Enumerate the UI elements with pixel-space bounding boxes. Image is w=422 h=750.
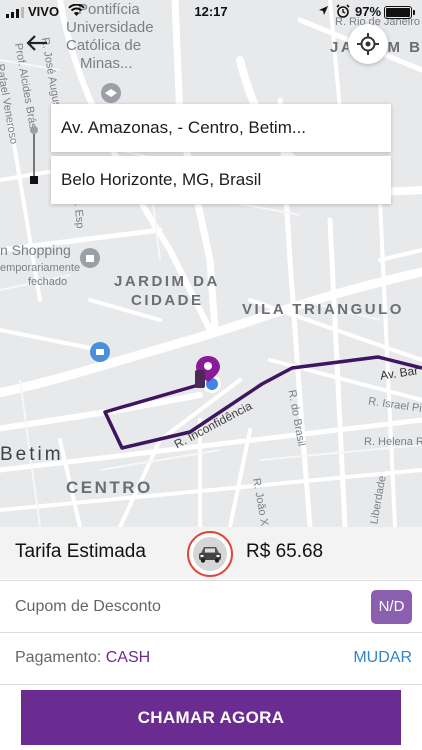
fare-label: Tarifa Estimada [15, 541, 146, 562]
map-view[interactable]: Pontifícia Universidade Católica de Mina… [0, 0, 422, 527]
car-icon [199, 547, 221, 563]
map-label: n Shopping [0, 242, 71, 258]
alarm-icon [336, 4, 350, 18]
fare-row: Tarifa Estimada R$ 65.68 [0, 527, 422, 579]
payment-method: CASH [105, 649, 151, 666]
route-connector-icon [30, 126, 38, 184]
map-label: VILA TRIANGULO [242, 301, 404, 318]
car-location-pin [195, 356, 221, 393]
destination-address-field[interactable]: Belo Horizonte, MG, Brasil [51, 156, 391, 204]
map-label: Minas... [80, 55, 133, 72]
coupon-badge[interactable]: N/D [371, 590, 412, 624]
map-label: Católica de [66, 37, 142, 54]
back-button[interactable] [22, 28, 52, 58]
cta-row: CHAMAR AGORA [0, 684, 422, 750]
payment-label: Pagamento: CASH [15, 649, 151, 666]
map-label: JARDIM DA [114, 273, 220, 290]
fare-value: R$ 65.68 [246, 541, 324, 562]
payment-row: Pagamento: CASH MUDAR [0, 632, 422, 684]
change-payment-button[interactable]: MUDAR [353, 649, 412, 667]
call-now-button[interactable]: CHAMAR AGORA [21, 690, 401, 745]
map-label: emporariamente [0, 262, 81, 274]
map-label: CIDADE [131, 292, 204, 309]
vehicle-badge[interactable] [187, 531, 233, 577]
map-label: Betim [0, 444, 64, 465]
coupon-row[interactable]: Cupom de Desconto N/D [0, 580, 422, 632]
crosshair-icon [357, 33, 379, 55]
locate-me-button[interactable] [348, 24, 388, 64]
arrow-left-icon [26, 35, 47, 51]
map-label: fechado [28, 276, 68, 288]
location-arrow-icon [319, 6, 328, 15]
map-label: R. Helena Roc [364, 436, 422, 448]
coupon-label: Cupom de Desconto [15, 598, 161, 615]
battery-percent: 97% [355, 4, 382, 19]
origin-address-field[interactable]: Av. Amazonas, - Centro, Betim... [51, 104, 391, 152]
battery-icon [384, 6, 415, 19]
map-label: CENTRO [66, 478, 153, 497]
status-bar: VIVO 12:17 97% [0, 0, 422, 24]
